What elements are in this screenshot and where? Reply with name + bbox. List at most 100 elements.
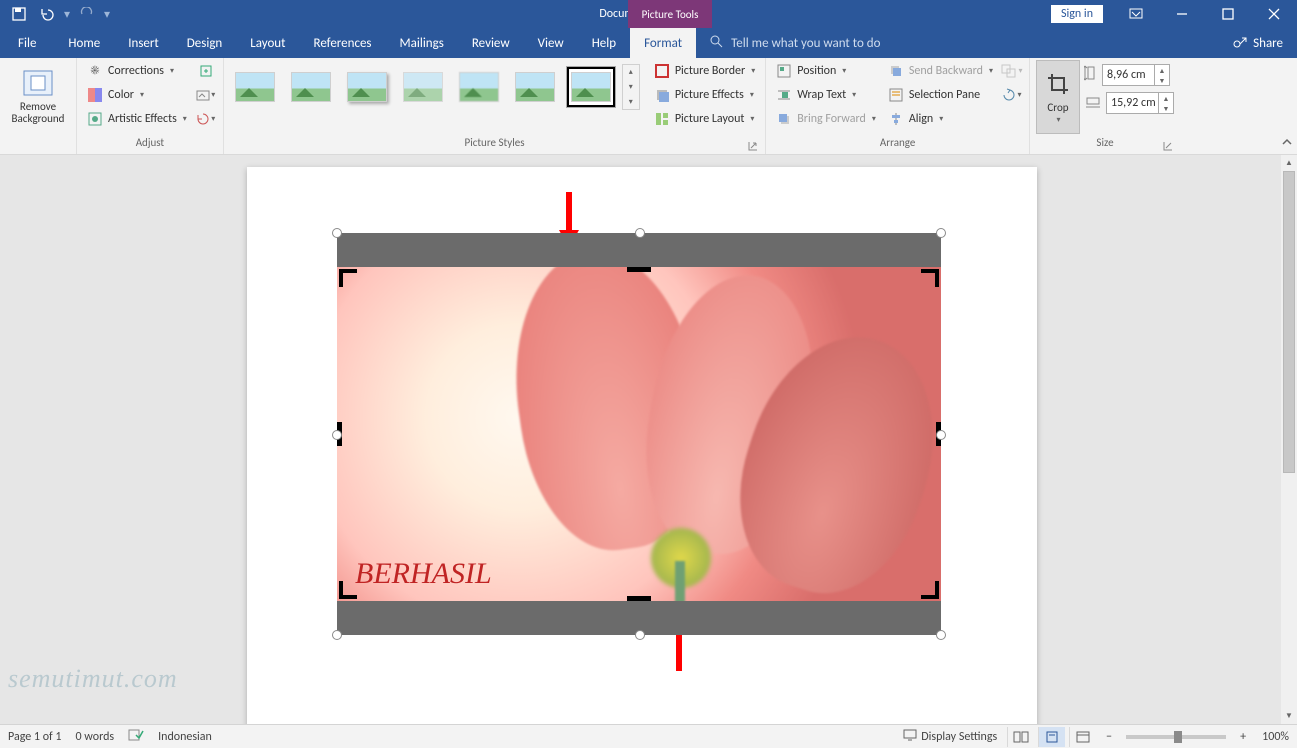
rotate-icon[interactable]: ▾ [1001,84,1023,106]
view-web-layout[interactable] [1069,727,1096,747]
tab-file[interactable]: File [0,28,54,58]
bring-forward-button[interactable]: Bring Forward▾ [772,108,880,130]
color-button[interactable]: Color▾ [83,84,191,106]
size-launcher-icon[interactable] [1162,141,1174,153]
crop-handle-bl[interactable] [339,581,357,599]
view-read-mode[interactable] [1007,727,1034,747]
width-input[interactable]: 15,92 cm▲▼ [1106,92,1174,114]
sel-handle-tl[interactable] [332,228,342,238]
qat-customize-icon[interactable]: ▾ [102,7,112,22]
tab-mailings[interactable]: Mailings [386,28,458,58]
save-icon[interactable] [6,2,32,26]
send-backward-button[interactable]: Send Backward▾ [884,60,997,82]
zoom-slider[interactable] [1126,735,1226,739]
tab-view[interactable]: View [524,28,578,58]
collapse-ribbon-icon[interactable] [1281,136,1293,152]
remove-background-button[interactable]: Remove Background [6,60,70,132]
gallery-more-button[interactable]: ▴▾▾ [622,64,640,110]
style-thumb-4[interactable] [398,66,448,108]
style-thumb-3[interactable] [342,66,392,108]
sel-handle-tr[interactable] [936,228,946,238]
position-icon [776,63,792,79]
status-page[interactable]: Page 1 of 1 [8,730,62,744]
view-print-layout[interactable] [1038,727,1065,747]
layout-icon [654,111,670,127]
tab-home[interactable]: Home [54,28,114,58]
sel-handle-b[interactable] [635,630,645,640]
reset-picture-icon[interactable]: ▾ [195,108,217,130]
scroll-up-icon[interactable]: ▲ [1281,155,1297,171]
share-button[interactable]: Share [1219,28,1297,58]
maximize-button[interactable] [1205,0,1251,28]
undo-icon[interactable] [34,2,60,26]
minimize-button[interactable] [1159,0,1205,28]
sel-handle-bl[interactable] [332,630,342,640]
sel-handle-l[interactable] [332,430,342,440]
corrections-button[interactable]: ☀Corrections▾ [83,60,191,82]
status-language[interactable]: Indonesian [158,730,212,744]
picture-effects-button[interactable]: Picture Effects▾ [650,84,759,106]
sel-handle-r[interactable] [936,430,946,440]
group-objects-icon[interactable]: ▾ [1001,60,1023,82]
align-button[interactable]: Align▾ [884,108,997,130]
close-button[interactable] [1251,0,1297,28]
crop-handle-tl[interactable] [339,269,357,287]
zoom-out-button[interactable]: − [1100,730,1118,744]
spellcheck-icon[interactable] [128,728,144,746]
tab-format[interactable]: Format [630,28,696,58]
style-thumb-7-selected[interactable] [566,66,616,108]
group-label-adjust: Adjust [136,136,164,149]
crop-handle-tr[interactable] [921,269,939,287]
tab-review[interactable]: Review [458,28,524,58]
inserted-picture[interactable]: BERHASIL [337,233,941,635]
style-thumb-2[interactable] [286,66,336,108]
compress-pictures-icon[interactable] [195,60,217,82]
picture-layout-button[interactable]: Picture Layout▾ [650,108,759,130]
height-input[interactable]: 8,96 cm▲▼ [1102,64,1170,86]
artistic-effects-button[interactable]: Artistic Effects▾ [83,108,191,130]
scroll-down-icon[interactable]: ▼ [1281,708,1297,724]
crop-button[interactable]: Crop▾ [1036,60,1080,134]
artistic-icon [87,111,103,127]
style-thumb-5[interactable] [454,66,504,108]
zoom-slider-knob[interactable] [1174,731,1182,743]
width-down[interactable]: ▼ [1159,103,1173,113]
color-icon [87,87,103,103]
scroll-thumb[interactable] [1283,171,1295,473]
crop-handle-top[interactable] [627,267,651,272]
display-settings-button[interactable]: Display Settings [921,730,997,744]
tab-layout[interactable]: Layout [236,28,299,58]
style-thumb-1[interactable] [230,66,280,108]
sel-handle-br[interactable] [936,630,946,640]
wrap-text-button[interactable]: Wrap Text▾ [772,84,880,106]
watermark-text: semutimut.com [8,664,178,694]
height-down[interactable]: ▼ [1155,75,1169,85]
width-up[interactable]: ▲ [1159,93,1173,103]
crop-handle-br[interactable] [921,581,939,599]
crop-excluded-top [337,233,941,267]
styles-launcher-icon[interactable] [747,141,759,153]
zoom-level[interactable]: 100% [1262,730,1289,744]
sel-handle-t[interactable] [635,228,645,238]
tab-design[interactable]: Design [173,28,236,58]
tell-me-search[interactable]: Tell me what you want to do [696,28,1219,58]
crop-handle-bottom[interactable] [627,596,651,601]
page[interactable]: BERHASIL [247,167,1037,724]
vertical-scrollbar[interactable]: ▲ ▼ [1281,155,1297,724]
selection-pane-button[interactable]: Selection Pane [884,84,997,106]
signin-button[interactable]: Sign in [1051,5,1103,23]
zoom-in-button[interactable]: + [1234,730,1252,744]
ribbon-display-options-icon[interactable] [1113,0,1159,28]
send-backward-icon [888,63,904,79]
status-words[interactable]: 0 words [76,730,115,744]
style-thumb-6[interactable] [510,66,560,108]
change-picture-icon[interactable]: ▾ [195,84,217,106]
picture-border-button[interactable]: Picture Border▾ [650,60,759,82]
position-button[interactable]: Position▾ [772,60,880,82]
qat-dropdown-icon[interactable]: ▾ [62,7,72,22]
tab-help[interactable]: Help [578,28,630,58]
redo-icon[interactable] [74,2,100,26]
tab-insert[interactable]: Insert [114,28,173,58]
tab-references[interactable]: References [300,28,386,58]
height-up[interactable]: ▲ [1155,65,1169,75]
